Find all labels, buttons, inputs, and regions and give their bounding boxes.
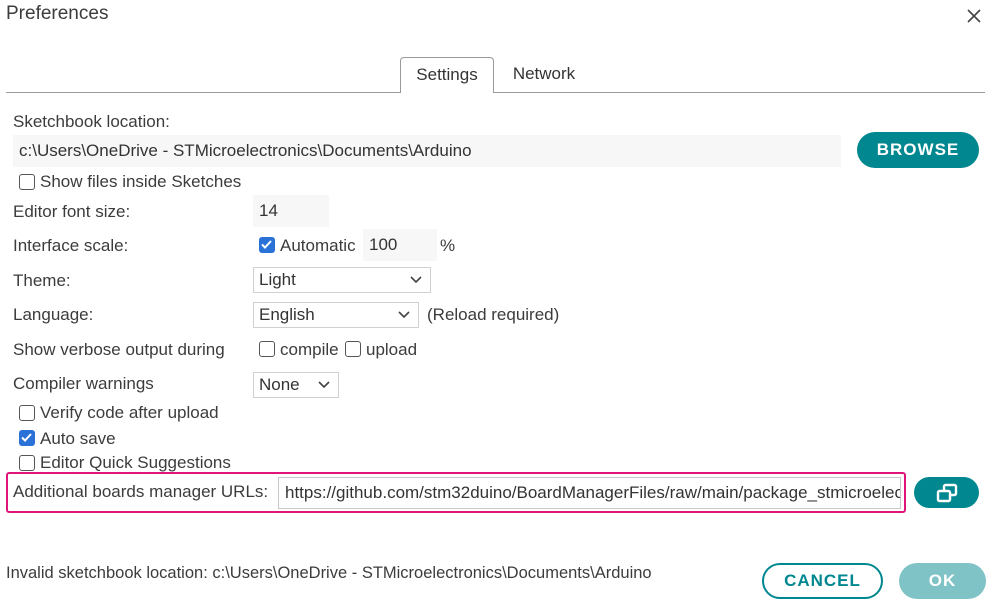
ok-button[interactable]: OK (899, 563, 986, 599)
verbose-upload-checkbox[interactable] (345, 341, 361, 357)
close-icon[interactable] (964, 6, 984, 26)
language-label: Language: (13, 305, 94, 324)
invalid-location-status: Invalid sketchbook location: c:\Users\On… (6, 564, 652, 582)
automatic-scale-label: Automatic (280, 236, 356, 255)
tab-network[interactable]: Network (498, 57, 590, 92)
quick-suggestions-label: Editor Quick Suggestions (40, 453, 231, 472)
verify-code-checkbox[interactable] (19, 405, 35, 421)
reload-required-note: (Reload required) (427, 305, 560, 324)
theme-label: Theme: (13, 271, 71, 290)
tab-divider (6, 92, 985, 93)
boards-url-input[interactable]: https://github.com/stm32duino/BoardManag… (278, 477, 901, 509)
verbose-compile-checkbox[interactable] (259, 341, 275, 357)
active-tab-gap (401, 91, 493, 94)
sketchbook-location-input[interactable]: c:\Users\OneDrive - STMicroelectronics\D… (13, 135, 841, 167)
open-window-icon (936, 483, 957, 503)
chevron-down-icon (318, 381, 330, 389)
cancel-button[interactable]: CANCEL (762, 563, 883, 599)
verbose-upload-label: upload (366, 340, 418, 359)
compiler-warnings-label: Compiler warnings (13, 374, 154, 393)
dialog-title: Preferences (6, 3, 109, 24)
language-select[interactable]: English (253, 302, 419, 328)
theme-select[interactable]: Light (253, 267, 431, 293)
verbose-output-label: Show verbose output during (13, 340, 225, 359)
interface-scale-input[interactable]: 100 (363, 229, 437, 261)
compiler-warnings-value: None (259, 375, 300, 394)
language-select-value: English (259, 305, 315, 324)
automatic-scale-checkbox[interactable] (259, 237, 275, 253)
font-size-input[interactable]: 14 (253, 195, 329, 227)
percent-unit: % (440, 236, 456, 255)
chevron-down-icon (398, 311, 410, 319)
sketchbook-location-label: Sketchbook location: (13, 112, 170, 131)
font-size-label: Editor font size: (13, 202, 131, 221)
auto-save-checkbox[interactable] (19, 430, 35, 446)
verify-code-label: Verify code after upload (40, 403, 219, 422)
show-files-checkbox[interactable] (19, 174, 35, 190)
tab-settings[interactable]: Settings (400, 57, 494, 92)
auto-save-label: Auto save (40, 429, 116, 448)
compiler-warnings-select[interactable]: None (253, 372, 339, 398)
browse-button[interactable]: BROWSE (857, 132, 979, 168)
interface-scale-label: Interface scale: (13, 236, 129, 255)
theme-select-value: Light (259, 270, 296, 289)
boards-url-label: Additional boards manager URLs: (13, 482, 269, 501)
chevron-down-icon (410, 276, 422, 284)
verbose-compile-label: compile (280, 340, 339, 359)
show-files-label: Show files inside Sketches (40, 172, 242, 191)
quick-suggestions-checkbox[interactable] (19, 455, 35, 471)
edit-urls-button[interactable] (914, 477, 979, 508)
